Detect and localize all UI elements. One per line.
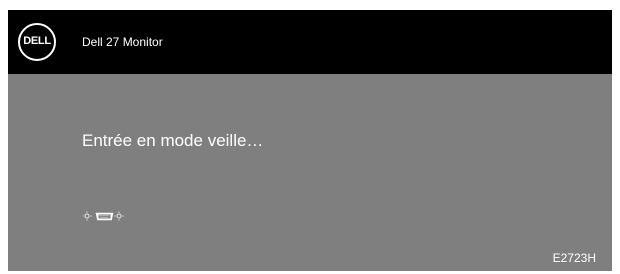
model-number: E2723H [552, 251, 596, 265]
input-status [83, 211, 124, 221]
osd-header: DELL Dell 27 Monitor [8, 10, 612, 74]
sleep-message: Entrée en mode veille… [82, 131, 264, 150]
osd-window: DELL Dell 27 Monitor Entrée en mode veil… [8, 10, 612, 271]
product-name: Dell 27 Monitor [82, 35, 163, 49]
sun-icon [114, 211, 124, 221]
dell-logo: DELL [18, 23, 56, 61]
dell-logo-text: DELL [23, 35, 51, 47]
sun-icon [83, 211, 92, 221]
vga-connector-icon [95, 212, 114, 221]
